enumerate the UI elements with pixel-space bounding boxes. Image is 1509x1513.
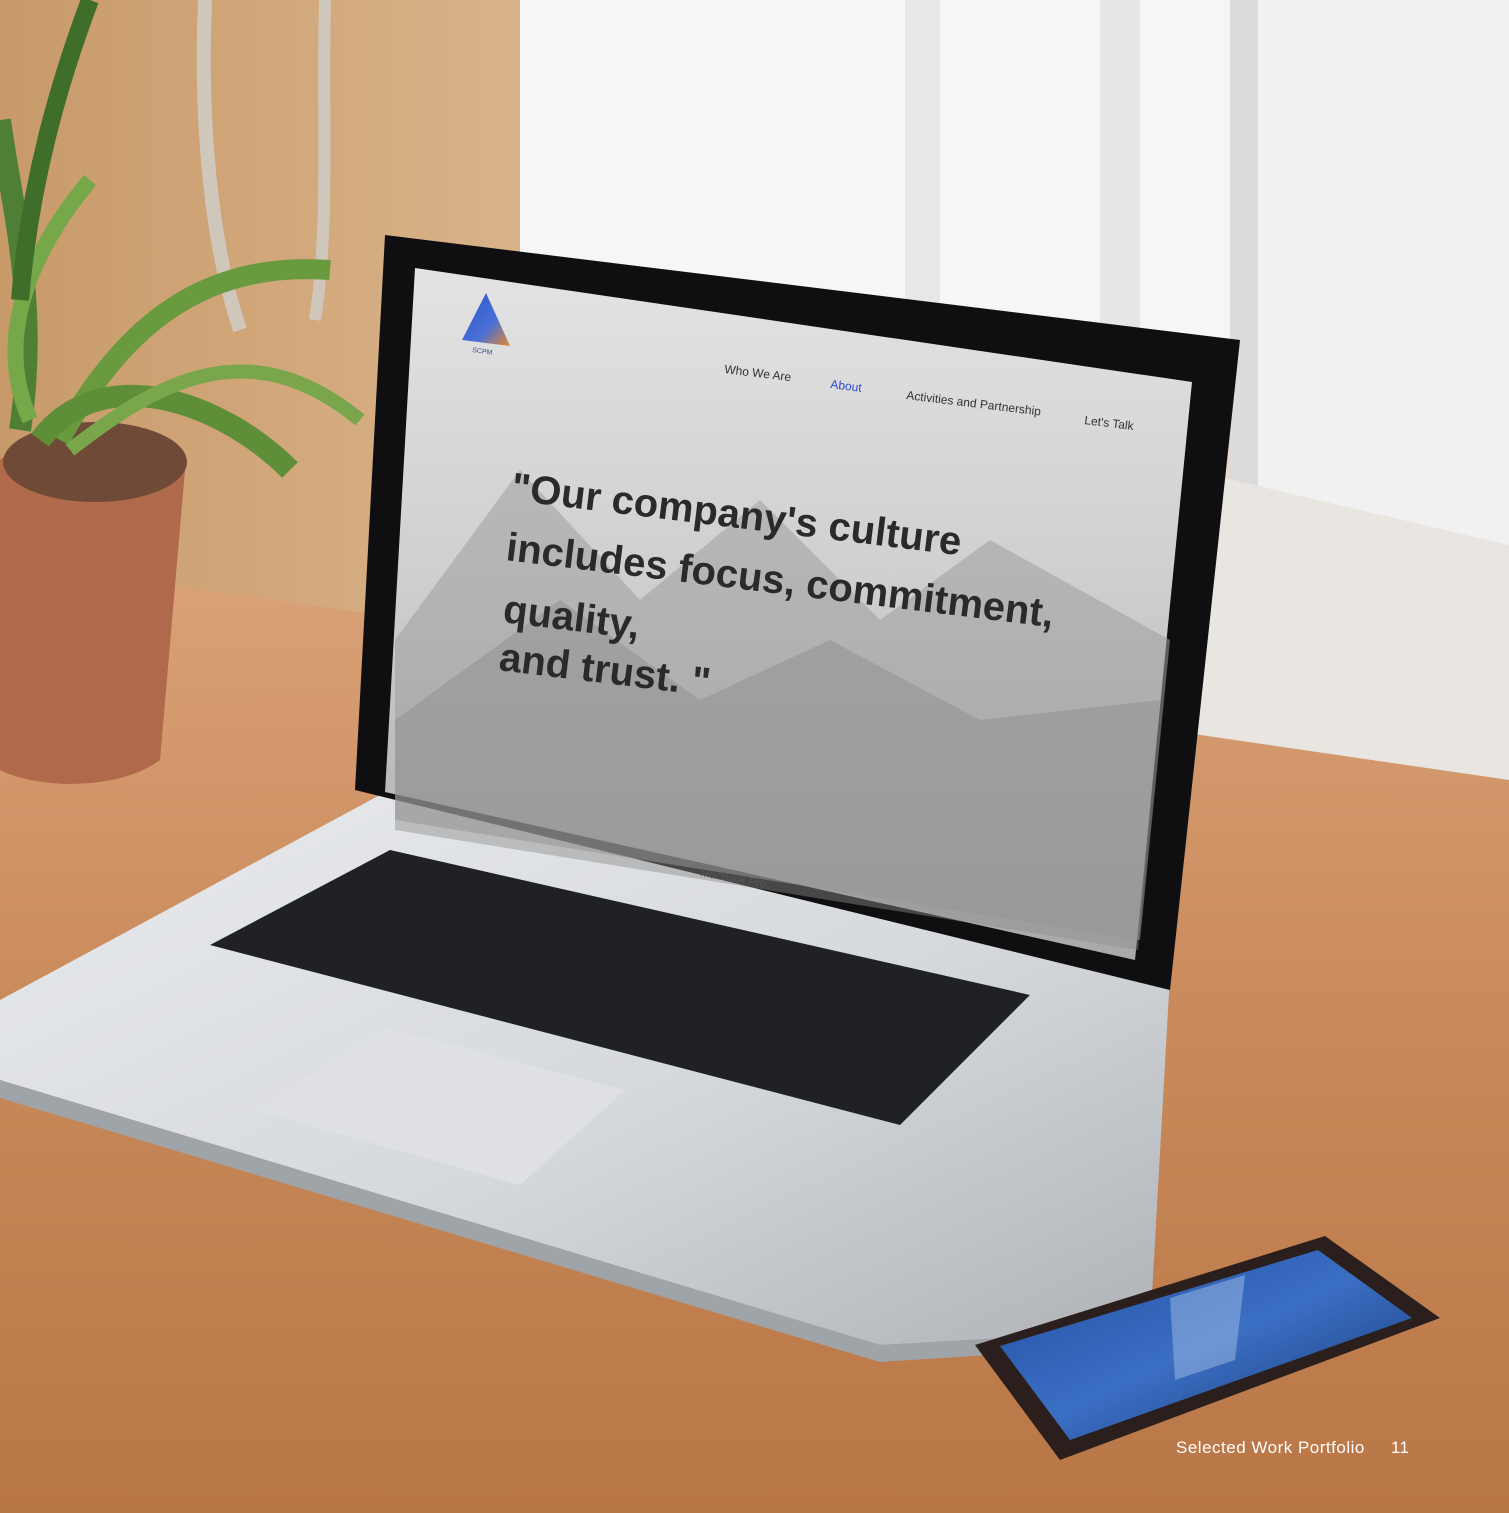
- footer-title: Selected Work Portfolio: [1176, 1438, 1365, 1457]
- page-footer: Selected Work Portfolio 11: [1176, 1434, 1446, 1462]
- page-number: 11: [1390, 1438, 1410, 1457]
- window-frame: [1100, 0, 1140, 350]
- photo-scene: SCPM Who We Are About Activities and Par…: [0, 0, 1509, 1513]
- window-frame: [1230, 0, 1258, 500]
- window-frame: [905, 0, 940, 340]
